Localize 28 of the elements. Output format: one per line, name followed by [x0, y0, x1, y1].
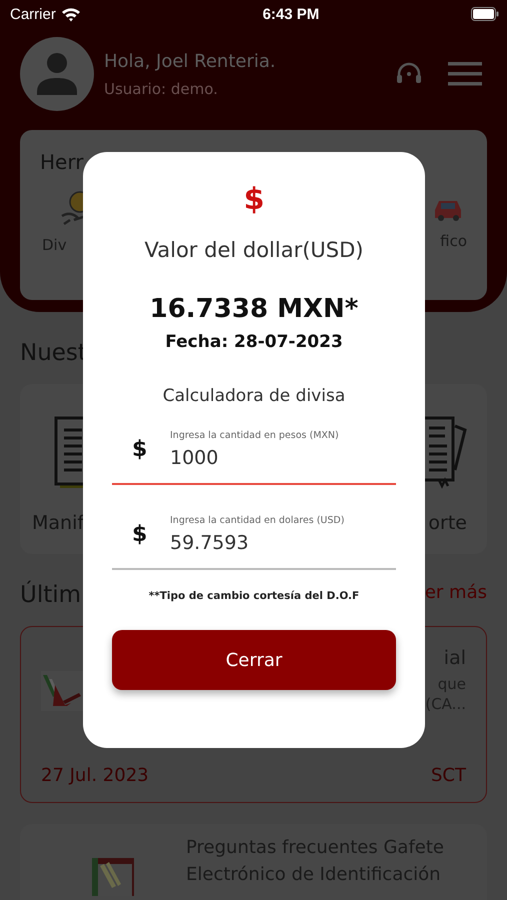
calculator-title: Calculadora de divisa — [162, 386, 346, 406]
news-date: 27 Jul. 2023 — [41, 765, 149, 786]
battery-icon — [470, 7, 499, 21]
menu-icon[interactable] — [448, 62, 482, 86]
support-headset-icon[interactable] — [396, 62, 422, 86]
source-note: **Tipo de cambio cortesía del D.O.F — [148, 590, 360, 602]
rate-date: Fecha: 28-07-2023 — [165, 332, 343, 352]
field-value: 1000 — [170, 447, 220, 469]
field-label: Ingresa la cantidad en dolares (USD) — [170, 515, 344, 526]
dollar-icon: $ — [244, 182, 264, 218]
close-button[interactable]: Cerrar — [112, 630, 396, 690]
greeting-text: Hola, Joel Renteria. — [104, 50, 277, 72]
amount-field[interactable]: $ Ingresa la cantidad en dolares (USD) 59.7593 — [112, 505, 396, 570]
username-text: Usuario: demo. — [104, 80, 219, 98]
currency-sign: $ — [132, 522, 148, 547]
amount-field[interactable]: $ Ingresa la cantidad en pesos (MXN) 1000 — [112, 420, 396, 485]
news-source: SCT — [431, 765, 466, 786]
field-label: Ingresa la cantidad en pesos (MXN) — [170, 430, 339, 441]
carrier-label: Carrier — [10, 6, 56, 22]
field-value: 59.7593 — [170, 532, 250, 554]
exchange-rate: 16.7338 MXN* — [150, 294, 358, 324]
dialog-title: Valor del dollar(USD) — [144, 238, 364, 262]
avatar-icon[interactable] — [20, 37, 94, 111]
time-label: 6:43 PM — [262, 6, 320, 22]
see-more-link[interactable]: er más — [424, 582, 487, 603]
wifi-icon — [60, 6, 81, 22]
currency-sign: $ — [132, 437, 148, 462]
section-title: Herr — [40, 150, 84, 174]
